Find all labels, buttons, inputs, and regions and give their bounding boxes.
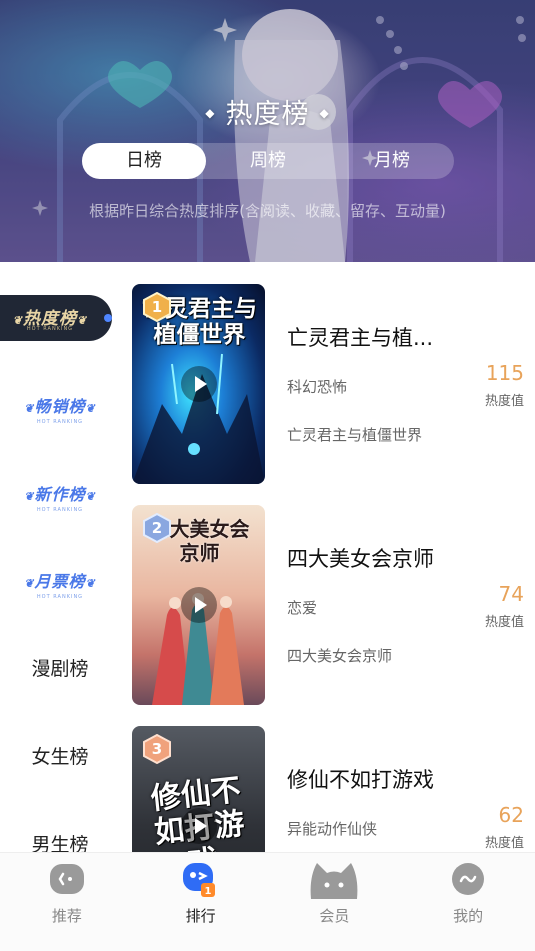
play-icon[interactable]	[181, 366, 217, 402]
book-genre: 异能动作仙侠	[287, 820, 378, 838]
vip-cat-icon	[310, 863, 358, 899]
book-cover[interactable]: 亡灵君主与植僵世界 1	[132, 284, 265, 484]
book-description: 亡灵君主与植僵世界	[287, 426, 423, 444]
heat-label: 热度值	[484, 394, 524, 409]
recommend-icon	[49, 864, 84, 894]
rank-badge: 2	[142, 512, 172, 544]
tab-profile[interactable]: 我的	[401, 853, 535, 951]
heat-value: 62	[498, 803, 524, 827]
tab-ranking[interactable]: 1 排行	[134, 853, 268, 951]
tab-weekly[interactable]: 周榜	[206, 143, 330, 179]
sidebar-item-hot[interactable]: ❦热度榜❦ HOT RANKING	[0, 295, 112, 341]
laurel-icon: ❦	[24, 577, 35, 590]
heat-value: 115	[485, 361, 524, 385]
laurel-icon: ❦	[85, 402, 96, 415]
book-genre: 恋爱	[287, 599, 318, 617]
book-title[interactable]: 四大美女会京师	[287, 543, 527, 573]
period-tab-bar: 日榜 周榜 月榜	[82, 143, 454, 179]
book-card[interactable]: 亡灵君主与植僵世界 1 亡灵君主与植... 科幻恐怖 亡灵君主与植僵世界 115…	[132, 284, 535, 484]
laurel-icon: ❦	[24, 490, 35, 503]
sidebar-item-monthly-ticket[interactable]: ❦月票榜❦ HOT RANKING	[0, 568, 120, 600]
laurel-icon: ❦	[24, 402, 35, 415]
sidebar-item-bestseller[interactable]: ❦畅销榜❦ HOT RANKING	[0, 393, 120, 425]
book-card[interactable]: 四大美女会京师 2 四大美女会京师 恋爱 四大美女会京师 74 热度值	[132, 505, 535, 705]
tab-vip[interactable]: 会员	[268, 853, 402, 951]
rank-badge: 1	[142, 291, 172, 323]
book-title[interactable]: 修仙不如打游戏	[287, 764, 527, 794]
play-icon[interactable]	[181, 808, 217, 844]
ranking-hero-banner: ◆ 热度榜 ◆ 日榜 周榜 月榜 根据昨日综合热度排序(含阅读、收藏、留存、互动量)	[0, 0, 535, 262]
bottom-tab-bar: 推荐 1 排行 会员 我的	[0, 852, 535, 951]
ranking-description: 根据昨日综合热度排序(含阅读、收藏、留存、互动量)	[89, 202, 446, 220]
tab-recommend[interactable]: 推荐	[0, 853, 134, 951]
book-cover[interactable]: 四大美女会京师 2	[132, 505, 265, 705]
ranking-title: ◆ 热度榜 ◆	[205, 99, 330, 130]
book-genre: 科幻恐怖	[287, 378, 348, 396]
ranking-icon: 1	[182, 863, 215, 897]
ranking-book-list[interactable]: 亡灵君主与植僵世界 1 亡灵君主与植... 科幻恐怖 亡灵君主与植僵世界 115…	[120, 262, 535, 852]
book-cover[interactable]: 修仙不如打游戏 3	[132, 726, 265, 852]
ranking-category-sidebar: ❦热度榜❦ HOT RANKING ❦畅销榜❦ HOT RANKING ❦新作榜…	[0, 262, 120, 856]
hero-overlay	[0, 0, 535, 262]
heat-label: 热度值	[484, 836, 524, 851]
sidebar-item-drama[interactable]: 漫剧榜	[0, 654, 120, 681]
laurel-icon: ❦	[85, 577, 96, 590]
heat-value: 74	[498, 582, 524, 606]
heat-label: 热度值	[484, 615, 524, 630]
active-indicator-dot	[104, 314, 112, 322]
rank-badge: 3	[142, 733, 172, 765]
sidebar-item-new[interactable]: ❦新作榜❦ HOT RANKING	[0, 481, 120, 513]
diamond-icon: ◆	[319, 105, 330, 120]
laurel-icon: ❦	[85, 490, 96, 503]
tab-monthly[interactable]: 月榜	[330, 143, 454, 179]
book-title[interactable]: 亡灵君主与植...	[287, 322, 527, 352]
sidebar-item-female[interactable]: 女生榜	[0, 742, 120, 769]
book-card[interactable]: 修仙不如打游戏 3 修仙不如打游戏 异能动作仙侠 62 热度值	[132, 726, 535, 852]
profile-icon	[452, 863, 485, 895]
svg-text:1: 1	[204, 886, 211, 897]
play-icon[interactable]	[181, 587, 217, 623]
tab-daily[interactable]: 日榜	[82, 143, 206, 179]
book-description: 四大美女会京师	[287, 647, 393, 665]
diamond-icon: ◆	[205, 105, 216, 120]
